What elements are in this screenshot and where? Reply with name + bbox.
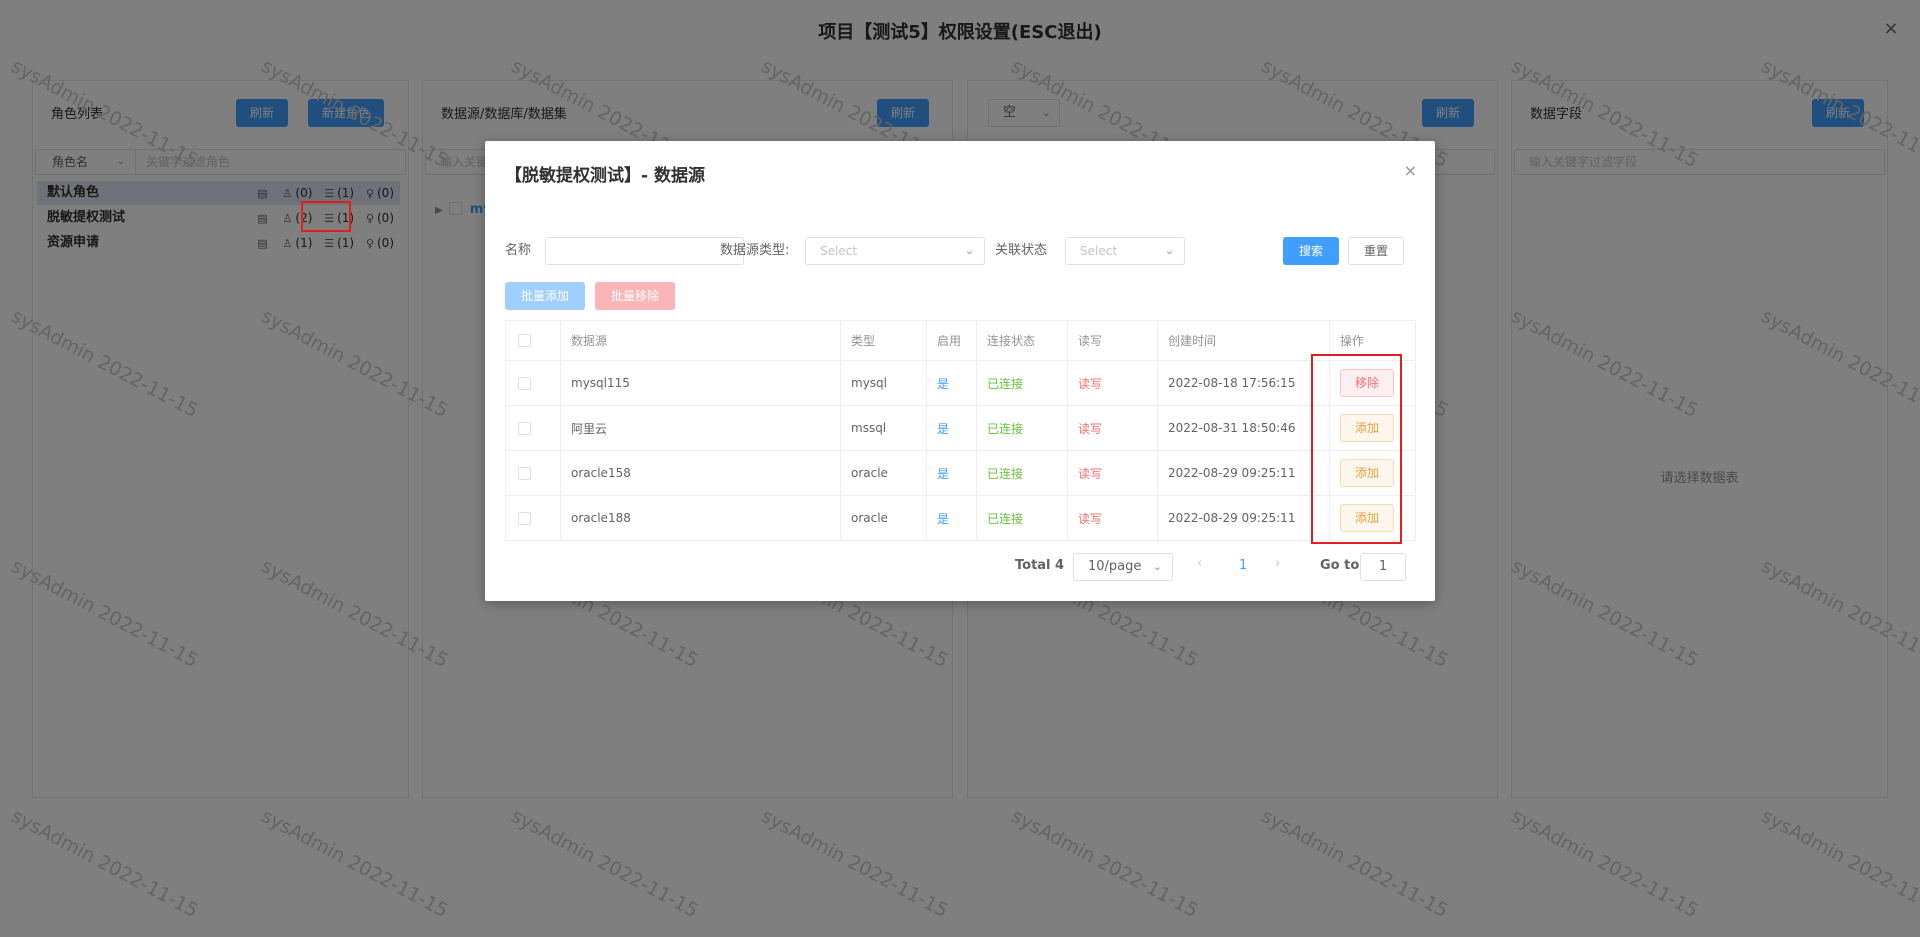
- header-cell: 创建时间: [1158, 321, 1330, 360]
- close-icon[interactable]: ×: [1404, 161, 1417, 180]
- row-checkbox[interactable]: [518, 466, 531, 480]
- status-select[interactable]: Select ⌄: [1065, 237, 1185, 265]
- connection-status-cell: 已连接: [977, 406, 1068, 450]
- table-row: oracle158 oracle 是 已连接 读写 2022-08-29 09:…: [506, 451, 1416, 496]
- search-button[interactable]: 搜索: [1283, 237, 1339, 265]
- type-label: 数据源类型:: [720, 243, 790, 258]
- row-checkbox[interactable]: [518, 376, 531, 390]
- table-header-row: 数据源 类型 启用 连接状态 读写 创建时间 操作: [506, 321, 1416, 361]
- table-row: mysql115 mysql 是 已连接 读写 2022-08-18 17:56…: [506, 361, 1416, 406]
- header-cell: 类型: [841, 321, 927, 360]
- type-select[interactable]: Select ⌄: [805, 237, 985, 265]
- header-cell: 数据源: [561, 321, 841, 360]
- action-highlight-box: [1311, 354, 1402, 544]
- pagination-total: Total 4: [1015, 558, 1065, 573]
- table-row: 阿里云 mssql 是 已连接 读写 2022-08-31 18:50:46 添…: [506, 406, 1416, 451]
- type-cell: mysql: [841, 361, 927, 405]
- batch-add-button[interactable]: 批量添加: [505, 282, 585, 310]
- connection-status-cell: 已连接: [977, 361, 1068, 405]
- read-write-cell: 读写: [1068, 451, 1158, 495]
- chevron-down-icon: ⌄: [1152, 560, 1162, 573]
- created-time-cell: 2022-08-29 09:25:11: [1158, 496, 1330, 540]
- datasource-table: 数据源 类型 启用 连接状态 读写 创建时间 操作 mysql115 mysql…: [505, 320, 1416, 541]
- highlight-box: [301, 201, 351, 232]
- name-input[interactable]: [545, 237, 744, 265]
- header-cell: [506, 321, 561, 360]
- reset-button[interactable]: 重置: [1348, 237, 1404, 265]
- header-cell: 启用: [927, 321, 977, 360]
- read-write-cell: 读写: [1068, 406, 1158, 450]
- type-cell: mssql: [841, 406, 927, 450]
- enabled-cell: 是: [927, 496, 977, 540]
- next-page-icon[interactable]: ›: [1275, 556, 1280, 571]
- row-checkbox-cell: [506, 361, 561, 405]
- dialog-title: 【脱敏提权测试】- 数据源: [505, 166, 705, 186]
- page-size-select[interactable]: 10/page ⌄: [1073, 553, 1173, 581]
- row-checkbox[interactable]: [518, 421, 531, 435]
- enabled-cell: 是: [927, 451, 977, 495]
- batch-remove-button[interactable]: 批量移除: [595, 282, 675, 310]
- name-label: 名称: [505, 243, 532, 258]
- type-cell: oracle: [841, 451, 927, 495]
- current-page[interactable]: 1: [1239, 558, 1247, 573]
- datasource-dialog: 【脱敏提权测试】- 数据源 × 名称 数据源类型: Select ⌄ 关联状态 …: [485, 141, 1435, 601]
- created-time-cell: 2022-08-29 09:25:11: [1158, 451, 1330, 495]
- connection-status-cell: 已连接: [977, 451, 1068, 495]
- table-row: oracle188 oracle 是 已连接 读写 2022-08-29 09:…: [506, 496, 1416, 541]
- prev-page-icon[interactable]: ‹: [1197, 556, 1202, 571]
- header-cell: 连接状态: [977, 321, 1068, 360]
- datasource-name-cell: mysql115: [561, 361, 841, 405]
- enabled-cell: 是: [927, 361, 977, 405]
- goto-input[interactable]: 1: [1360, 553, 1406, 581]
- row-checkbox[interactable]: [518, 511, 531, 525]
- goto-label: Go to: [1320, 558, 1360, 573]
- datasource-name-cell: oracle158: [561, 451, 841, 495]
- connection-status-cell: 已连接: [977, 496, 1068, 540]
- type-cell: oracle: [841, 496, 927, 540]
- datasource-name-cell: oracle188: [561, 496, 841, 540]
- header-cell: 读写: [1068, 321, 1158, 360]
- row-checkbox-cell: [506, 451, 561, 495]
- datasource-name-cell: 阿里云: [561, 406, 841, 450]
- created-time-cell: 2022-08-18 17:56:15: [1158, 361, 1330, 405]
- created-time-cell: 2022-08-31 18:50:46: [1158, 406, 1330, 450]
- chevron-down-icon: ⌄: [964, 244, 974, 257]
- read-write-cell: 读写: [1068, 361, 1158, 405]
- row-checkbox-cell: [506, 406, 561, 450]
- read-write-cell: 读写: [1068, 496, 1158, 540]
- select-all-checkbox[interactable]: [518, 334, 531, 347]
- chevron-down-icon: ⌄: [1164, 244, 1174, 257]
- enabled-cell: 是: [927, 406, 977, 450]
- row-checkbox-cell: [506, 496, 561, 540]
- status-label: 关联状态: [995, 243, 1048, 258]
